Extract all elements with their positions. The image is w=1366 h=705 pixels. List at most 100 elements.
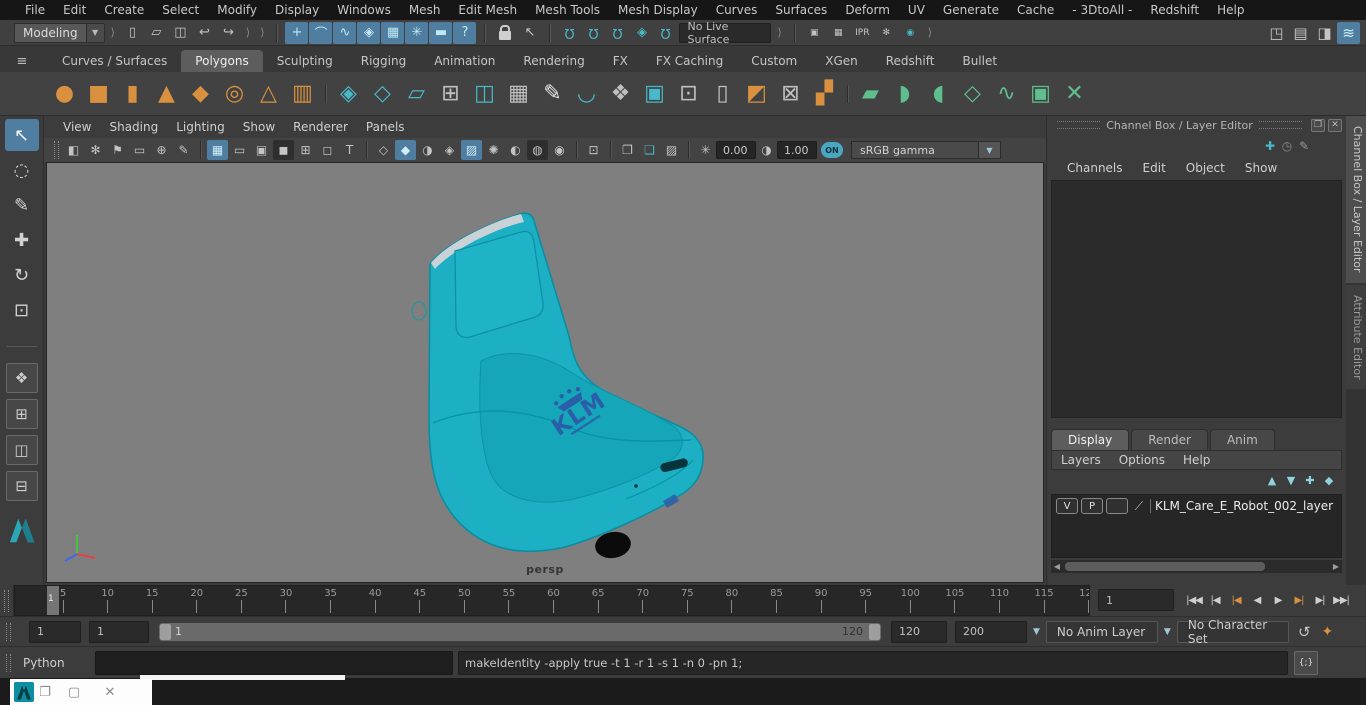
layout-four-pane-icon[interactable]: ⊞ <box>5 399 38 429</box>
scene-object-klm-robot[interactable]: KLM <box>373 201 713 583</box>
xray-icon[interactable]: ❐ <box>617 140 638 160</box>
move-snap-icon[interactable]: + <box>285 21 309 44</box>
menu-item[interactable]: Mesh <box>400 3 450 17</box>
menu-item[interactable]: File <box>16 3 54 17</box>
quad-draw-icon[interactable]: ◩ <box>740 75 773 113</box>
menu-item[interactable]: Cache <box>1008 3 1063 17</box>
field-chart-icon[interactable]: ⊞ <box>295 140 316 160</box>
layer-display-type-toggle[interactable] <box>1106 498 1128 514</box>
menu-item[interactable]: Edit Mesh <box>449 3 526 17</box>
humanik-icon[interactable]: ▤ <box>1289 22 1312 44</box>
menu-item[interactable]: Display <box>266 3 328 17</box>
planar-map-icon[interactable]: ▰ <box>854 75 887 113</box>
shelf-tab[interactable]: Curves / Surfaces <box>48 50 181 72</box>
time-slider-ruler[interactable]: 5 10 15 20 25 30 35 40 45 50 55 60 65 70 75 80 85 90 95 100… <box>14 585 1090 616</box>
occlusion-icon[interactable]: ◍ <box>527 140 548 160</box>
film-gate-icon[interactable]: ▭ <box>229 140 250 160</box>
scroll-right-icon[interactable]: ▶ <box>1330 562 1342 571</box>
shelf-tab[interactable]: Custom <box>737 50 811 72</box>
channel-pencil-icon[interactable]: ✎ <box>1296 138 1312 154</box>
manipulator-icon[interactable]: ✚ <box>1262 138 1278 154</box>
layer-move-up-icon[interactable]: ▲ <box>1263 472 1281 488</box>
chevron-down-icon[interactable]: ▼ <box>1164 627 1171 637</box>
layer-move-down-icon[interactable]: ▼ <box>1282 472 1300 488</box>
light-editor-icon[interactable]: ◉ <box>899 22 922 44</box>
panel-menu-item[interactable]: Panels <box>357 117 414 137</box>
shelf-menu-icon[interactable]: ≡ <box>17 54 28 69</box>
ipr-render-icon[interactable]: IPR <box>851 22 874 44</box>
save-scene-icon[interactable]: ◫ <box>169 22 192 44</box>
bevel-icon[interactable]: ◡ <box>570 75 603 113</box>
channel-box-menu-item[interactable]: Show <box>1235 158 1287 178</box>
play-backwards-icon[interactable]: ◀ <box>1247 590 1267 612</box>
mirror-icon[interactable]: ▞ <box>808 75 841 113</box>
panel-menu-item[interactable]: Renderer <box>284 117 357 137</box>
use-default-material-icon[interactable]: ◑ <box>417 140 438 160</box>
undo-icon[interactable]: ↩ <box>193 22 216 44</box>
menu-item[interactable]: Modify <box>208 3 266 17</box>
uv-editor-icon[interactable]: ▣ <box>1024 75 1057 113</box>
bookmark-icon[interactable]: ⚑ <box>107 140 128 160</box>
safe-action-icon[interactable]: ◻ <box>317 140 338 160</box>
snap-help-icon[interactable]: ? <box>453 21 477 44</box>
layer-menu-item[interactable]: Layers <box>1052 450 1110 470</box>
animation-end-field[interactable]: 200 <box>955 620 1027 643</box>
snap-to-points-icon[interactable]: Ω <box>606 22 629 44</box>
bridge-icon[interactable]: ⊡ <box>672 75 705 113</box>
menu-item[interactable]: Select <box>153 3 208 17</box>
texture-view-icon[interactable]: ▨ <box>661 140 682 160</box>
menu-item[interactable]: Redshift <box>1141 3 1208 17</box>
shelf-tab[interactable]: Sculpting <box>263 50 347 72</box>
exposure-field[interactable]: 0.00 <box>716 141 756 159</box>
animation-preferences-icon[interactable]: ✦ <box>1316 621 1339 643</box>
script-editor-icon[interactable]: {;} <box>1294 650 1318 675</box>
shelf-tab[interactable]: XGen <box>811 50 872 72</box>
tab-channel-box[interactable]: Channel Box / Layer Editor <box>1346 116 1366 283</box>
lasso-tool-icon[interactable]: ◌ <box>5 154 39 186</box>
view-transform-select[interactable]: sRGB gamma <box>851 141 979 159</box>
viewport-canvas[interactable]: KLM persp <box>46 162 1044 583</box>
layer-color-swatch[interactable]: ⟋ <box>1131 498 1147 514</box>
render-settings-icon[interactable]: ✻ <box>875 22 898 44</box>
range-start-handle[interactable] <box>160 623 171 640</box>
add-divisions-icon[interactable]: ▦ <box>502 75 535 113</box>
layer-editor-tab[interactable]: Render <box>1131 429 1208 450</box>
command-input[interactable] <box>95 650 453 675</box>
camera-attributes-icon[interactable]: ✻ <box>85 140 106 160</box>
point-snap-mode-icon[interactable]: ∿ <box>333 21 357 44</box>
layer-editor-tab[interactable]: Anim <box>1209 429 1275 450</box>
layout-persp-graph-icon[interactable]: ⊟ <box>5 471 38 501</box>
snap-to-grids-icon[interactable]: Ω <box>558 22 581 44</box>
layer-scrollbar[interactable]: ◀ ▶ <box>1051 560 1342 573</box>
float-panel-icon[interactable]: ❒ <box>1311 118 1325 132</box>
combine-icon[interactable]: ◈ <box>332 75 365 113</box>
step-forward-key-icon[interactable]: ▶| <box>1289 590 1309 612</box>
layer-playback-toggle[interactable]: P <box>1081 498 1103 514</box>
menu-item[interactable]: UV <box>899 3 934 17</box>
lock-selection-icon[interactable] <box>493 22 516 44</box>
layer-add-empty-icon[interactable]: ✚ <box>1301 472 1319 488</box>
extract-icon[interactable]: ▱ <box>400 75 433 113</box>
curve-snap-mode-icon[interactable]: ⌒ <box>309 21 333 44</box>
panel-menu-item[interactable]: Shading <box>100 117 167 137</box>
separate-icon[interactable]: ◇ <box>366 75 399 113</box>
motion-blur-icon[interactable]: ◉ <box>549 140 570 160</box>
panel-menu-item[interactable]: Lighting <box>167 117 234 137</box>
paint-select-tool-icon[interactable]: ✎ <box>5 189 39 221</box>
poly-pyramid-icon[interactable]: △ <box>252 75 285 113</box>
unfold-icon[interactable]: ✕ <box>1058 75 1091 113</box>
menu-set-selector[interactable]: Modeling ▼ <box>14 22 105 43</box>
channels-list-area[interactable] <box>1051 180 1342 418</box>
select-tool-icon[interactable]: ↖ <box>4 119 39 151</box>
poly-cylinder-icon[interactable]: ▮ <box>116 75 149 113</box>
snap-to-projected-center-icon[interactable]: ◈ <box>630 22 653 44</box>
shelf-tab[interactable]: Redshift <box>872 50 949 72</box>
layer-editor-tab[interactable]: Display <box>1051 429 1130 450</box>
menu-item[interactable]: - 3DtoAll - <box>1063 3 1141 17</box>
close-panel-icon[interactable]: ✕ <box>1328 118 1342 132</box>
scroll-left-icon[interactable]: ◀ <box>1051 562 1063 571</box>
shelf-tab[interactable]: Bullet <box>948 50 1011 72</box>
fill-hole-icon[interactable]: ⊞ <box>434 75 467 113</box>
multi-cut-icon[interactable]: ❖ <box>604 75 637 113</box>
insert-edge-loop-icon[interactable]: ▯ <box>706 75 739 113</box>
